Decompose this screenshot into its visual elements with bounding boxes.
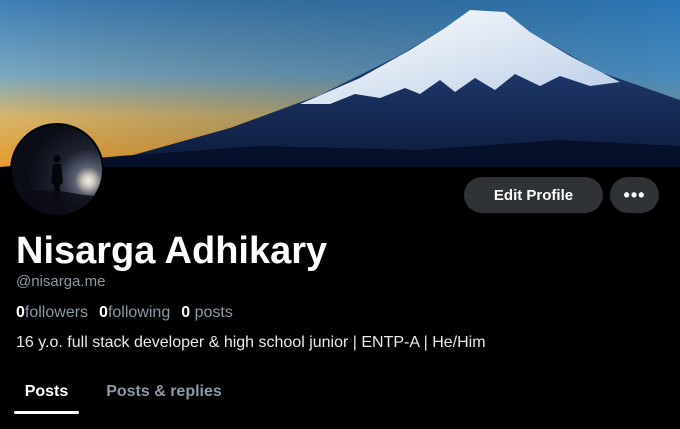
profile-bio: 16 y.o. full stack developer & high scho… <box>16 334 486 351</box>
profile-handle: @nisarga.me <box>16 273 106 290</box>
following-stat[interactable]: 0following <box>99 304 170 322</box>
tab-posts[interactable]: Posts <box>14 368 79 416</box>
mountain-banner-image <box>0 0 680 167</box>
avatar-image <box>12 125 102 215</box>
profile-name: Nisarga Adhikary <box>16 230 328 272</box>
following-count: 0 <box>99 304 108 321</box>
profile-banner[interactable] <box>0 0 680 167</box>
following-label: following <box>107 304 171 321</box>
edit-profile-button[interactable]: Edit Profile <box>464 177 603 213</box>
more-options-button[interactable]: ••• <box>610 177 659 213</box>
posts-stat: 0 posts <box>181 304 233 322</box>
profile-tabs: Posts Posts & replies <box>0 368 680 416</box>
profile-stats: 0followers 0following 0 posts <box>16 304 233 322</box>
followers-label: followers <box>24 304 89 321</box>
avatar[interactable] <box>10 123 104 217</box>
posts-count: 0 <box>181 304 191 321</box>
followers-count: 0 <box>16 304 25 321</box>
active-tab-indicator <box>14 411 79 414</box>
silhouette-figure-icon <box>12 155 102 215</box>
tab-posts-and-replies[interactable]: Posts & replies <box>99 368 229 416</box>
followers-stat[interactable]: 0followers <box>16 304 88 322</box>
posts-label: posts <box>194 304 233 321</box>
